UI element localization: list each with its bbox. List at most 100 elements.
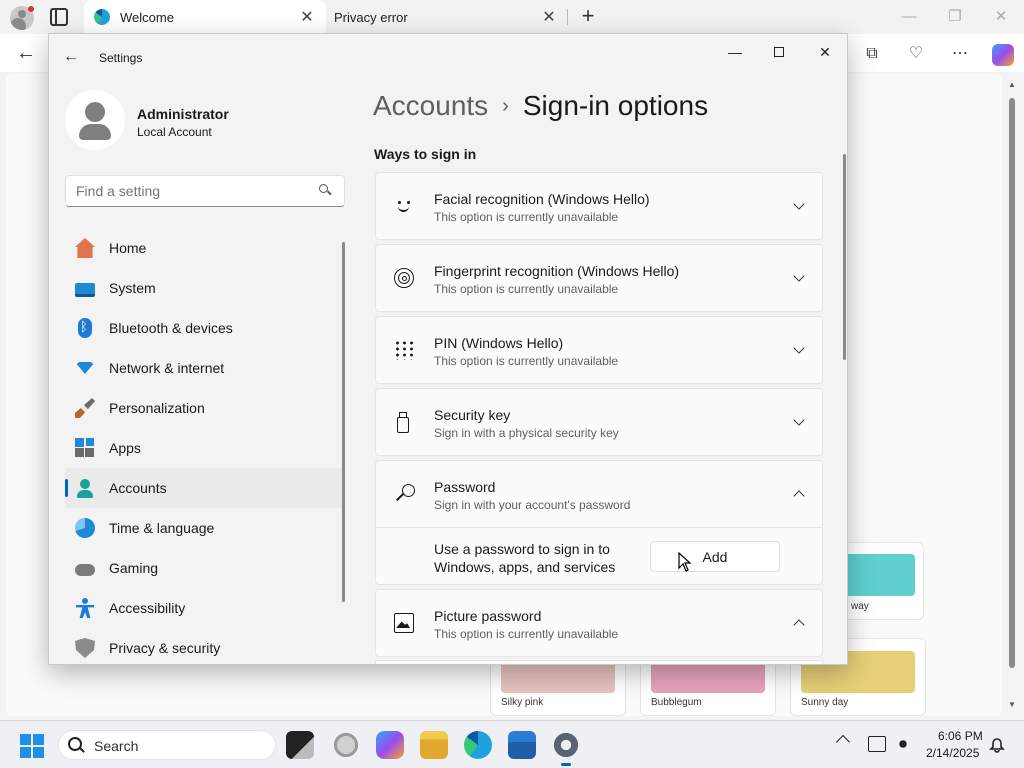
chevron-down-icon[interactable] xyxy=(792,343,806,357)
tab-label: Privacy error xyxy=(334,9,408,25)
settings-nav: Home System Bluetooth & devices Network … xyxy=(65,228,343,664)
taskbar-search-label: Search xyxy=(94,738,139,754)
picture-icon xyxy=(394,613,414,633)
option-title: Facial recognition (Windows Hello) xyxy=(434,191,650,207)
gamepad-icon xyxy=(75,564,95,576)
close-tab-icon[interactable]: ✕ xyxy=(540,7,558,27)
scroll-up-icon[interactable]: ▲ xyxy=(1008,80,1016,89)
scroll-down-icon[interactable]: ▼ xyxy=(1008,700,1016,709)
file-explorer-icon[interactable] xyxy=(420,731,448,759)
browser-essentials-icon[interactable]: ♡ xyxy=(906,44,926,64)
nav-item-personalization[interactable]: Personalization xyxy=(65,388,343,428)
network-icon[interactable] xyxy=(868,736,886,752)
option-header[interactable]: Facial recognition (Windows Hello) This … xyxy=(376,173,822,239)
user-avatar[interactable] xyxy=(65,90,125,150)
minimize-icon[interactable]: — xyxy=(725,42,745,62)
nav-item-apps[interactable]: Apps xyxy=(65,428,343,468)
minimize-icon[interactable]: — xyxy=(898,6,920,28)
signin-option-password[interactable]: Password Sign in with your account's pas… xyxy=(375,460,823,585)
tab-welcome[interactable]: Welcome ✕ xyxy=(84,0,326,34)
nav-item-network[interactable]: Network & internet xyxy=(65,348,343,388)
clock-date[interactable]: 2/14/2025 xyxy=(926,746,979,760)
more-options-icon[interactable]: ⋯ xyxy=(950,44,970,64)
taskbar: Search 6:06 PM 2/14/2025 xyxy=(0,720,1024,768)
tab-actions-icon[interactable] xyxy=(50,8,68,26)
page-scrollbar[interactable]: ▲ ▼ xyxy=(1006,78,1018,714)
settings-back-button[interactable]: ← xyxy=(63,48,79,66)
search-icon xyxy=(68,737,82,751)
chevron-up-icon[interactable] xyxy=(835,734,851,750)
nav-label: Gaming xyxy=(109,560,159,576)
taskbar-search[interactable]: Search xyxy=(58,730,276,760)
nav-label: Accounts xyxy=(109,480,167,496)
nav-item-gaming[interactable]: Gaming xyxy=(65,548,343,588)
nav-item-privacy-security[interactable]: Privacy & security xyxy=(65,628,343,664)
chevron-up-icon[interactable] xyxy=(792,487,806,501)
find-setting-input[interactable] xyxy=(65,175,345,207)
content-scrollbar[interactable] xyxy=(843,154,846,360)
signin-option-security-key[interactable]: Security key Sign in with a physical sec… xyxy=(375,388,823,456)
option-title: Password xyxy=(434,479,496,495)
nav-item-accessibility[interactable]: Accessibility xyxy=(65,588,343,628)
signin-option-facial[interactable]: Facial recognition (Windows Hello) This … xyxy=(375,172,823,240)
option-header[interactable]: Picture password This option is currentl… xyxy=(376,590,822,656)
option-header[interactable]: PIN (Windows Hello) This option is curre… xyxy=(376,317,822,383)
signin-option-fingerprint[interactable]: Fingerprint recognition (Windows Hello) … xyxy=(375,244,823,312)
volume-muted-icon[interactable] xyxy=(894,736,912,752)
user-account-type: Local Account xyxy=(137,125,212,139)
add-password-button[interactable]: Add xyxy=(650,541,780,572)
microsoft-store-icon[interactable] xyxy=(508,731,536,759)
copilot-icon[interactable] xyxy=(992,44,1014,66)
nav-scrollbar[interactable] xyxy=(342,242,345,602)
new-tab-button[interactable]: + xyxy=(578,4,598,28)
settings-title: Settings xyxy=(99,51,143,65)
settings-gear-icon[interactable] xyxy=(552,731,580,766)
breadcrumb-parent[interactable]: Accounts xyxy=(373,90,488,121)
avatar-head xyxy=(85,102,105,122)
copilot-icon[interactable] xyxy=(376,731,404,759)
option-header[interactable]: Fingerprint recognition (Windows Hello) … xyxy=(376,245,822,311)
edge-icon[interactable] xyxy=(464,731,492,759)
scroll-thumb[interactable] xyxy=(1009,98,1015,668)
option-header[interactable]: Security key Sign in with a physical sec… xyxy=(376,389,822,455)
theme-card[interactable]: way xyxy=(836,542,924,620)
tab-privacy-error[interactable]: Privacy error ✕ xyxy=(326,0,568,34)
windows-start-icon[interactable] xyxy=(20,734,44,758)
maximize-icon[interactable] xyxy=(774,47,784,57)
nav-item-system[interactable]: System xyxy=(65,268,343,308)
nav-item-bluetooth[interactable]: Bluetooth & devices xyxy=(65,308,343,348)
collections-icon[interactable]: ⧉ xyxy=(862,44,882,64)
nav-item-home[interactable]: Home xyxy=(65,228,343,268)
section-title: Ways to sign in xyxy=(374,146,477,162)
tab-divider xyxy=(567,9,568,25)
signin-option-picture-password[interactable]: Picture password This option is currentl… xyxy=(375,589,823,657)
chevron-down-icon[interactable] xyxy=(792,415,806,429)
signin-option-pin[interactable]: PIN (Windows Hello) This option is curre… xyxy=(375,316,823,384)
tab-strip: Welcome ✕ Privacy error ✕ + — ❐ ✕ xyxy=(0,0,1024,34)
clock-time[interactable]: 6:06 PM xyxy=(938,729,983,743)
edge-icon xyxy=(94,9,110,25)
browser-back-button[interactable]: ← xyxy=(16,42,36,65)
search-icon xyxy=(319,184,331,196)
avatar-body xyxy=(79,124,111,140)
option-subtitle: Sign in with a physical security key xyxy=(434,426,619,440)
close-tab-icon[interactable]: ✕ xyxy=(298,7,316,27)
option-header[interactable]: Password Sign in with your account's pas… xyxy=(376,461,822,527)
restore-icon[interactable]: ❐ xyxy=(944,6,966,28)
accounts-icon xyxy=(75,478,95,498)
chevron-down-icon[interactable] xyxy=(792,199,806,213)
breadcrumb: Accounts › Sign-in options xyxy=(373,90,708,122)
close-icon[interactable]: ✕ xyxy=(815,42,835,62)
theme-label: Bubblegum xyxy=(651,697,702,708)
task-view-icon[interactable] xyxy=(286,731,314,759)
close-window-icon[interactable]: ✕ xyxy=(990,6,1012,28)
widgets-icon[interactable] xyxy=(332,731,360,759)
nav-item-time-language[interactable]: Time & language xyxy=(65,508,343,548)
nav-item-accounts[interactable]: Accounts xyxy=(65,468,343,508)
notifications-icon[interactable] xyxy=(988,736,1006,754)
chevron-up-icon[interactable] xyxy=(792,616,806,630)
brush-icon xyxy=(75,398,95,418)
option-subtitle: This option is currently unavailable xyxy=(434,627,619,641)
chevron-down-icon[interactable] xyxy=(792,271,806,285)
system-icon xyxy=(75,282,95,297)
